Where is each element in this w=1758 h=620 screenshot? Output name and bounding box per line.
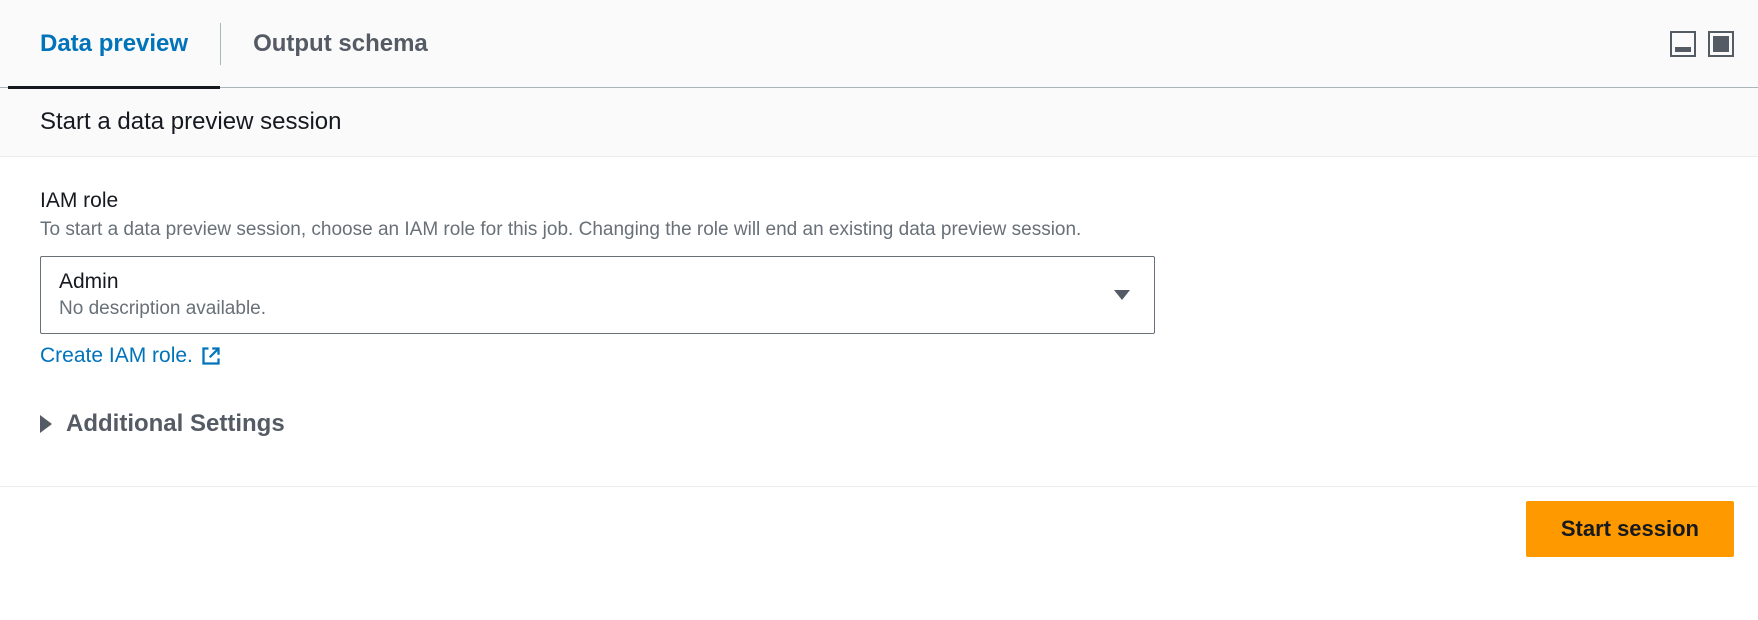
section-title: Start a data preview session xyxy=(0,88,1758,157)
external-link-icon xyxy=(201,346,221,366)
tab-output-schema[interactable]: Output schema xyxy=(221,0,460,88)
select-subtext: No description available. xyxy=(59,296,1114,323)
tab-data-preview[interactable]: Data preview xyxy=(8,0,220,88)
iam-role-select[interactable]: Admin No description available. xyxy=(40,256,1155,334)
chevron-down-icon xyxy=(1114,290,1130,300)
additional-settings-label: Additional Settings xyxy=(66,410,285,438)
button-label: Start session xyxy=(1561,516,1699,541)
window-controls xyxy=(1670,31,1758,57)
select-content: Admin No description available. xyxy=(59,267,1114,323)
tab-label: Data preview xyxy=(40,30,188,58)
start-session-button[interactable]: Start session xyxy=(1526,501,1734,557)
tab-label: Output schema xyxy=(253,30,428,58)
footer-actions: Start session xyxy=(0,486,1758,581)
content-area: IAM role To start a data preview session… xyxy=(0,157,1758,458)
iam-role-label: IAM role xyxy=(40,189,1718,213)
additional-settings-expander[interactable]: Additional Settings xyxy=(40,410,285,438)
caret-right-icon xyxy=(40,415,52,433)
iam-role-description: To start a data preview session, choose … xyxy=(40,217,1718,244)
create-iam-role-link[interactable]: Create IAM role. xyxy=(40,344,193,368)
minimize-panel-icon[interactable] xyxy=(1670,31,1696,57)
tabs-bar: Data preview Output schema xyxy=(0,0,1758,88)
select-value: Admin xyxy=(59,267,1114,296)
create-iam-role-row: Create IAM role. xyxy=(40,344,1718,368)
maximize-panel-icon[interactable] xyxy=(1708,31,1734,57)
